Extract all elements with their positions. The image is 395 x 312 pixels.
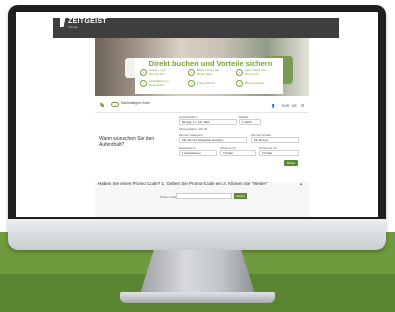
benefit-text: Beste Preise auf dieser Seite <box>197 68 220 76</box>
adults-select[interactable]: 1 Erwachsener <box>179 150 217 156</box>
children2-select[interactable]: 0 Kinder <box>259 150 299 156</box>
person-icon[interactable]: 👤 <box>271 104 275 108</box>
benefit-text: Late Check-Out bis 14 Uhr <box>245 68 267 76</box>
check-icon: ✓ <box>140 80 147 87</box>
check-icon: ✓ <box>140 69 147 76</box>
certificate-icon <box>111 102 119 107</box>
promo-code-label: Promo Code <box>160 195 177 199</box>
benefit-item: ✓ Kosten- und Service frei <box>140 68 171 76</box>
logo-icon <box>60 15 66 27</box>
continue-button[interactable]: Weiter <box>284 160 298 166</box>
benefit-item: ✓ Freies WLAN <box>188 80 219 87</box>
logo-subtitle: Vienna <box>68 25 78 29</box>
promo-title: Direkt buchen und Vorteile sichern <box>148 59 273 68</box>
monitor-stand <box>140 250 255 294</box>
nav-brand: Nachhaltiges Hotel <box>121 101 150 105</box>
departure-note: Abreisedatum Juli 18 <box>179 127 208 131</box>
check-icon: ✓ <box>236 69 243 76</box>
promo-section <box>95 182 309 217</box>
menu-icon[interactable]: ☰ <box>301 104 304 108</box>
room-category-select[interactable]: Alle Zimmer Kategorien anzeigen <box>179 137 247 143</box>
children-select[interactable]: 0 Kinder <box>220 150 256 156</box>
arrival-date-input[interactable]: Montag, 17. Juli, 2023 <box>179 119 237 125</box>
date-question: Wann wünschen Sie den Aufenthalt? <box>99 136 155 148</box>
check-icon: ✓ <box>188 80 195 87</box>
benefit-text: Freies WLAN <box>197 80 215 85</box>
monitor-chin <box>8 219 386 250</box>
monitor-base <box>120 292 275 303</box>
nav-bar: Nachhaltiges Hotel 👤 EUR DE ☰ <box>95 96 309 112</box>
nights-select[interactable]: 1 Nacht <box>239 119 261 125</box>
benefit-text: Bar-Gutschein <box>245 80 265 85</box>
benefit-item: ✓ Late Check-Out bis 14 Uhr <box>236 68 267 76</box>
currency-select[interactable]: EUR <box>282 104 289 108</box>
leaf-icon <box>100 103 104 107</box>
check-icon: ✓ <box>188 69 195 76</box>
benefit-item: ✓ Beste Preise auf dieser Seite <box>188 68 220 76</box>
promo-submit-button[interactable]: Weiter <box>234 193 247 199</box>
rooms-select[interactable]: Ein Zimmer <box>251 137 299 143</box>
promo-question: Haben Sie einen Promo Code? 1. Geben Sie… <box>98 181 268 186</box>
logo-text: ZEITGEIST <box>68 17 107 25</box>
promo-code-input[interactable] <box>176 193 232 199</box>
check-icon: ✓ <box>236 80 243 87</box>
language-select[interactable]: DE <box>292 104 297 108</box>
monitor-screen: ZEITGEIST Vienna Direkt buchen und Vorte… <box>16 12 378 217</box>
benefit-text: Kosten- und Service frei <box>149 68 166 76</box>
benefit-item: ✓ 10% Rabatt im Restaurant <box>140 79 171 87</box>
chevron-up-icon[interactable]: ▲ <box>299 181 303 186</box>
benefit-text: 10% Rabatt im Restaurant <box>149 79 169 87</box>
divider <box>95 112 309 113</box>
benefit-item: ✓ Bar-Gutschein <box>236 80 267 87</box>
